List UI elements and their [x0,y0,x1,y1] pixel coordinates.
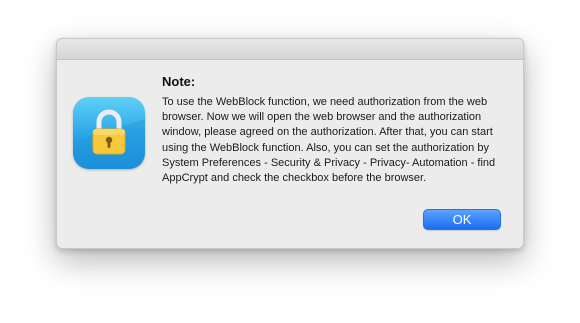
dialog-heading: Note: [162,74,196,89]
padlock-icon [73,109,145,169]
padlock-app-icon [73,97,145,169]
alert-dialog: Note: To use the WebBlock function, we n… [56,38,524,249]
dialog-titlebar[interactable] [57,39,523,60]
ok-button[interactable]: OK [423,209,501,230]
dialog-message: To use the WebBlock function, we need au… [162,96,496,185]
